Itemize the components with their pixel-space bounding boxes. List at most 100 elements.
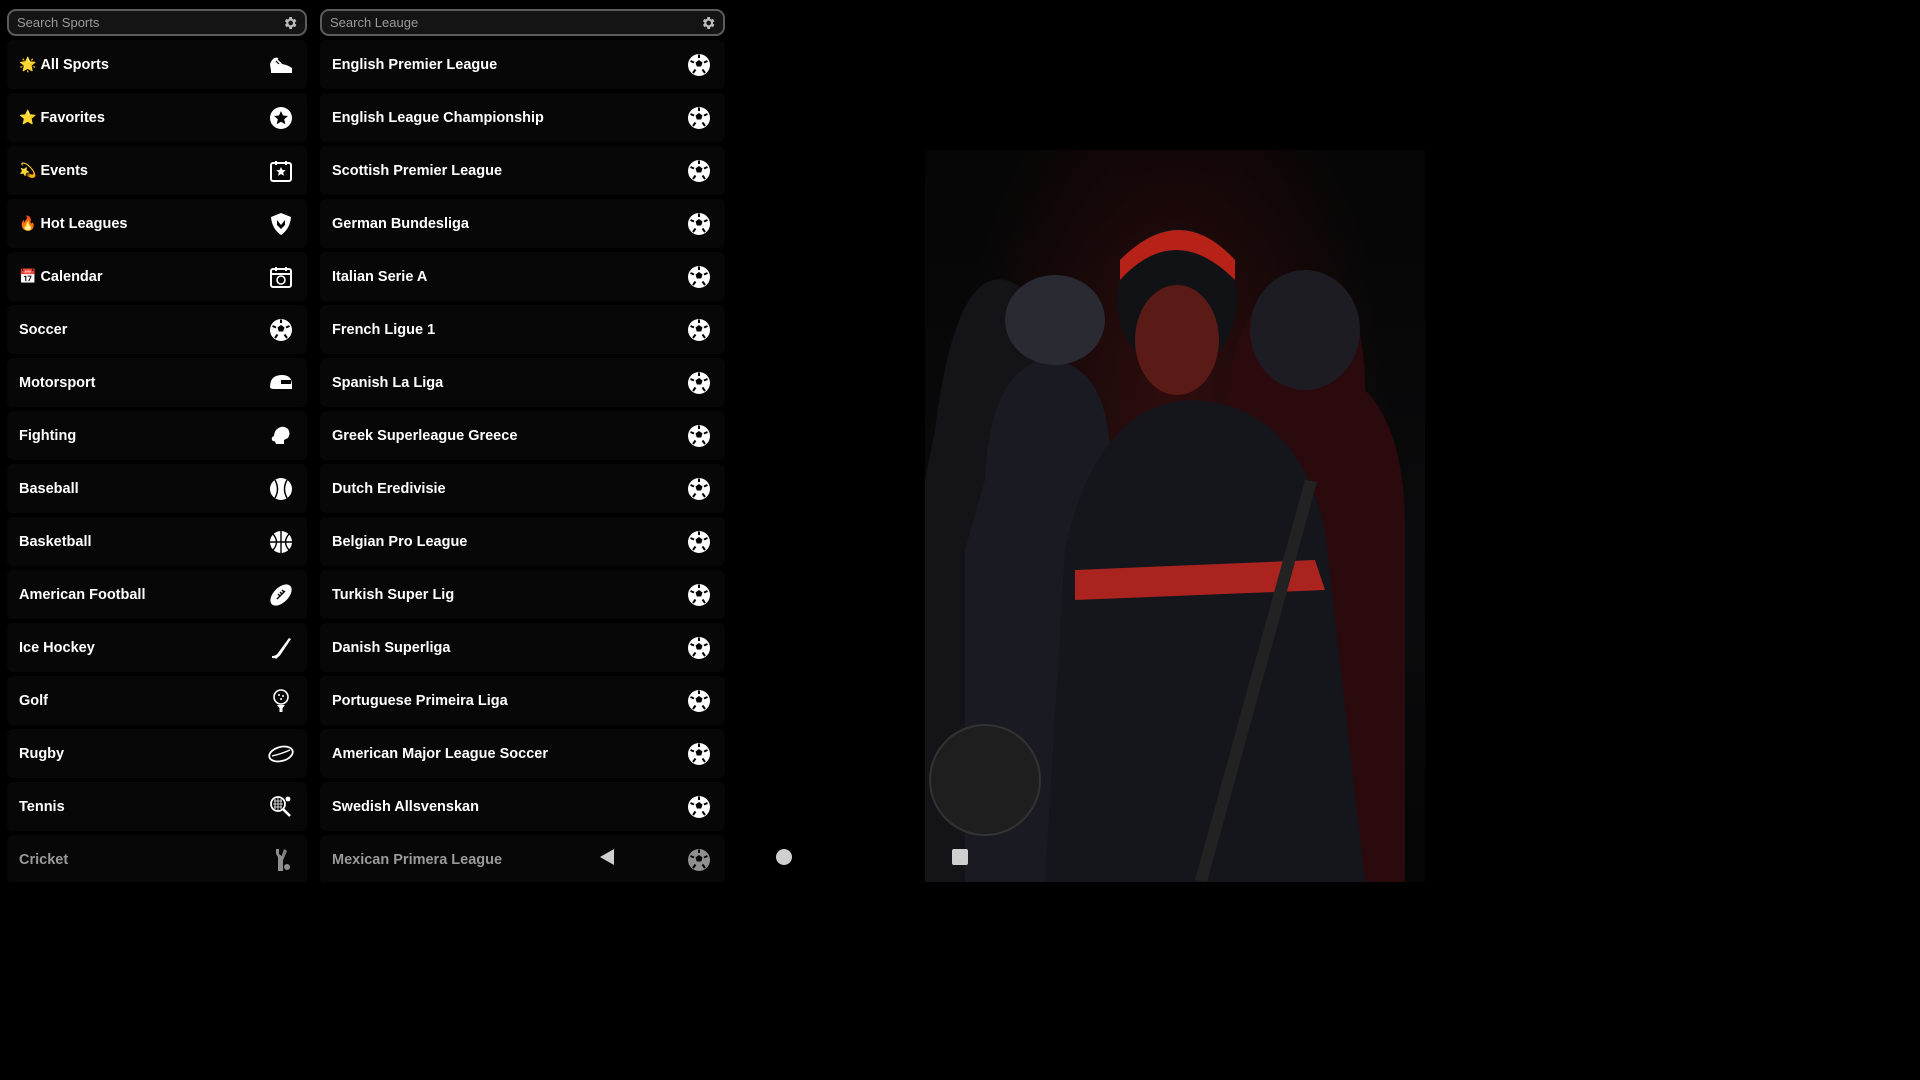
list-item-text: American Football bbox=[19, 586, 146, 603]
soccer-ball-icon bbox=[685, 157, 713, 185]
list-item-text: Motorsport bbox=[19, 374, 96, 391]
list-item[interactable]: Soccer bbox=[7, 305, 307, 354]
calendar-star-icon bbox=[267, 157, 295, 185]
list-item-label: Motorsport bbox=[19, 375, 96, 391]
rugby-ball-icon bbox=[267, 740, 295, 768]
list-item-text: French Ligue 1 bbox=[332, 321, 436, 338]
list-item[interactable]: Danish Superliga bbox=[320, 623, 725, 672]
list-item-text: American Major League Soccer bbox=[332, 745, 548, 762]
list-item-label: Cricket bbox=[19, 852, 68, 868]
star-badge-icon bbox=[267, 104, 295, 132]
list-item-label: Turkish Super Lig bbox=[332, 587, 454, 603]
list-item[interactable]: American Football bbox=[7, 570, 307, 619]
list-item-text: Danish Superliga bbox=[332, 639, 451, 656]
list-item[interactable]: Cricket bbox=[7, 835, 307, 882]
soccer-ball-icon bbox=[685, 581, 713, 609]
list-item-label: American Football bbox=[19, 587, 146, 603]
list-item-text: Favorites bbox=[40, 109, 105, 126]
list-item[interactable]: ⭐ Favorites bbox=[7, 93, 307, 142]
list-item[interactable]: Italian Serie A bbox=[320, 252, 725, 301]
gear-icon[interactable] bbox=[279, 15, 301, 31]
search-league-input[interactable] bbox=[322, 15, 697, 30]
list-item[interactable]: Basketball bbox=[7, 517, 307, 566]
baseball-icon bbox=[267, 475, 295, 503]
list-item-text: Turkish Super Lig bbox=[332, 586, 455, 603]
list-item[interactable]: Spanish La Liga bbox=[320, 358, 725, 407]
sneaker-icon bbox=[267, 51, 295, 79]
list-item[interactable]: English Premier League bbox=[320, 40, 725, 89]
list-item-text: Soccer bbox=[19, 321, 68, 338]
list-item-label: English League Championship bbox=[332, 110, 544, 126]
list-item[interactable]: Scottish Premier League bbox=[320, 146, 725, 195]
list-item[interactable]: 📅 Calendar bbox=[7, 252, 307, 301]
list-item-text: Rugby bbox=[19, 745, 65, 762]
list-item-label: Mexican Primera League bbox=[332, 852, 502, 868]
leagues-list: English Premier League English League Cha… bbox=[320, 40, 725, 882]
list-item[interactable]: Baseball bbox=[7, 464, 307, 513]
soccer-ball-icon bbox=[685, 634, 713, 662]
list-item[interactable]: Greek Superleague Greece bbox=[320, 411, 725, 460]
list-item[interactable]: Golf bbox=[7, 676, 307, 725]
soccer-ball-icon bbox=[267, 316, 295, 344]
list-item-text: English Premier League bbox=[332, 56, 498, 73]
list-item[interactable]: Portuguese Primeira Liga bbox=[320, 676, 725, 725]
emoji-icon: ⭐ bbox=[19, 109, 37, 126]
list-item-label: Fighting bbox=[19, 428, 76, 444]
list-item-text: Spanish La Liga bbox=[332, 374, 444, 391]
list-item-text: Basketball bbox=[19, 533, 92, 550]
list-item[interactable]: Motorsport bbox=[7, 358, 307, 407]
list-item-text: Greek Superleague Greece bbox=[332, 427, 518, 444]
recents-icon[interactable] bbox=[949, 846, 971, 868]
golf-ball-tee-icon bbox=[267, 687, 295, 715]
list-item-label: Basketball bbox=[19, 534, 92, 550]
list-item[interactable]: Rugby bbox=[7, 729, 307, 778]
list-item-label: 💫 Events bbox=[19, 163, 88, 179]
list-item[interactable]: German Bundesliga bbox=[320, 199, 725, 248]
list-item-label: Baseball bbox=[19, 481, 79, 497]
emoji-icon: 🌟 bbox=[19, 56, 37, 73]
search-sports-bar bbox=[7, 9, 307, 36]
list-item-label: Dutch Eredivisie bbox=[332, 481, 446, 497]
list-item[interactable]: Tennis bbox=[7, 782, 307, 831]
list-item[interactable]: Turkish Super Lig bbox=[320, 570, 725, 619]
list-item[interactable]: 🔥 Hot Leagues bbox=[7, 199, 307, 248]
list-item[interactable]: French Ligue 1 bbox=[320, 305, 725, 354]
list-item-text: Belgian Pro League bbox=[332, 533, 468, 550]
list-item-label: American Major League Soccer bbox=[332, 746, 548, 762]
back-icon[interactable] bbox=[596, 846, 618, 868]
list-item-text: Fighting bbox=[19, 427, 77, 444]
list-item[interactable]: 🌟 All Sports bbox=[7, 40, 307, 89]
soccer-ball-icon bbox=[685, 263, 713, 291]
gear-icon[interactable] bbox=[697, 15, 719, 31]
list-item-label: Danish Superliga bbox=[332, 640, 450, 656]
list-item-label: Tennis bbox=[19, 799, 65, 815]
list-item-label: Swedish Allsvenskan bbox=[332, 799, 479, 815]
list-item[interactable]: Swedish Allsvenskan bbox=[320, 782, 725, 831]
list-item-text: Golf bbox=[19, 692, 48, 709]
calendar-icon bbox=[267, 263, 295, 291]
list-item-text: Italian Serie A bbox=[332, 268, 428, 285]
boxing-glove-icon bbox=[267, 422, 295, 450]
home-icon[interactable] bbox=[773, 846, 795, 868]
list-item[interactable]: Ice Hockey bbox=[7, 623, 307, 672]
list-item-text: Dutch Eredivisie bbox=[332, 480, 446, 497]
list-item[interactable]: Belgian Pro League bbox=[320, 517, 725, 566]
search-sports-input[interactable] bbox=[9, 15, 279, 30]
list-item-label: Soccer bbox=[19, 322, 67, 338]
list-item-text: Hot Leagues bbox=[40, 215, 128, 232]
list-item-text: All Sports bbox=[40, 56, 109, 73]
list-item[interactable]: English League Championship bbox=[320, 93, 725, 142]
list-item[interactable]: Fighting bbox=[7, 411, 307, 460]
emoji-icon: 📅 bbox=[19, 268, 37, 285]
list-item[interactable]: Dutch Eredivisie bbox=[320, 464, 725, 513]
cricket-bat-icon bbox=[267, 846, 295, 874]
soccer-ball-icon bbox=[685, 528, 713, 556]
list-item[interactable]: 💫 Events bbox=[7, 146, 307, 195]
hero-athletes-image bbox=[925, 150, 1425, 882]
helmet-icon bbox=[267, 369, 295, 397]
list-item[interactable]: American Major League Soccer bbox=[320, 729, 725, 778]
list-item-label: 🔥 Hot Leagues bbox=[19, 216, 127, 232]
list-item-text: Tennis bbox=[19, 798, 65, 815]
football-icon bbox=[267, 581, 295, 609]
list-item-label: Greek Superleague Greece bbox=[332, 428, 517, 444]
